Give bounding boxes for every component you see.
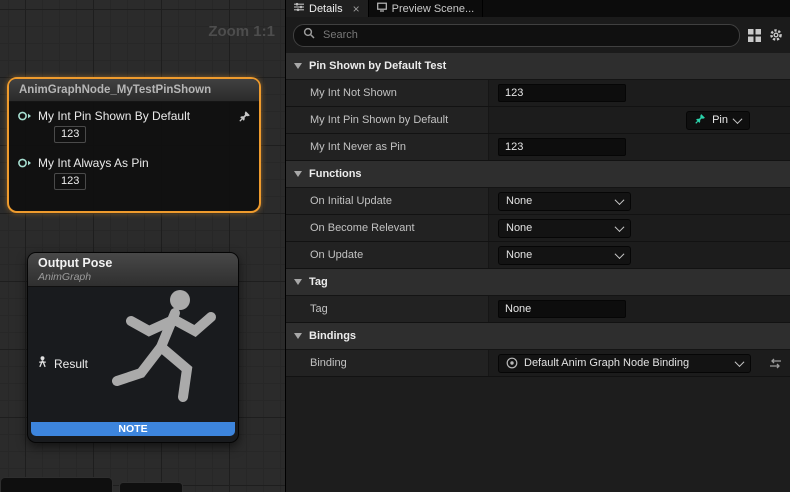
zoom-level-label: Zoom 1:1 — [208, 23, 275, 40]
reset-to-default-icon[interactable] — [769, 358, 782, 369]
details-tab-icon — [294, 2, 304, 15]
property-label: On Become Relevant — [286, 215, 489, 241]
search-icon — [303, 26, 315, 44]
mannequin-figure — [102, 287, 234, 422]
property-label: On Initial Update — [286, 188, 489, 214]
node-title[interactable]: AnimGraphNode_MyTestPinShown — [9, 79, 259, 102]
partial-node[interactable] — [0, 477, 113, 492]
result-pin-label: Result — [54, 357, 88, 371]
tab-label: Details — [309, 3, 343, 15]
dropdown-value: None — [506, 249, 532, 261]
pin-label: My Int Always As Pin — [38, 156, 149, 170]
pin-dropdown-label: Pin — [712, 114, 728, 126]
tag-input[interactable] — [498, 300, 626, 318]
pin-row: My Int Always As Pin — [9, 143, 259, 170]
note-bar[interactable]: NOTE — [31, 422, 235, 436]
section-header-pin-shown-by-default-test[interactable]: Pin Shown by Default Test — [286, 53, 790, 80]
on-update-dropdown[interactable]: None — [498, 246, 631, 265]
chevron-down-icon — [735, 357, 745, 367]
section-title: Bindings — [309, 330, 356, 342]
output-pose-node[interactable]: Output Pose AnimGraph — [27, 252, 239, 443]
section-header-bindings[interactable]: Bindings — [286, 323, 790, 350]
property-label: On Update — [286, 242, 489, 268]
on-become-relevant-dropdown[interactable]: None — [498, 219, 631, 238]
on-initial-update-dropdown[interactable]: None — [498, 192, 631, 211]
property-label: Tag — [286, 296, 489, 322]
binding-dropdown[interactable]: Default Anim Graph Node Binding — [498, 354, 751, 373]
search-box[interactable] — [293, 24, 740, 47]
chevron-down-icon — [615, 249, 625, 259]
node-body: Result NOTE — [28, 287, 238, 439]
property-row: Tag — [286, 296, 790, 323]
anim-graph-node-mytestpinshown[interactable]: AnimGraphNode_MyTestPinShown My Int Pin … — [7, 77, 261, 213]
pin-icon — [695, 113, 706, 127]
property-row: Binding Default Anim Graph Node Binding — [286, 350, 790, 377]
node-title: Output Pose — [38, 256, 228, 271]
chevron-down-icon — [615, 195, 625, 205]
dropdown-value: None — [506, 222, 532, 234]
chevron-down-icon — [615, 222, 625, 232]
tab-details[interactable]: Details × — [286, 0, 369, 17]
tab-label: Preview Scene... — [392, 3, 475, 15]
pin-visibility-dropdown[interactable]: Pin — [686, 111, 750, 130]
section-header-tag[interactable]: Tag — [286, 269, 790, 296]
property-label: My Int Not Shown — [286, 80, 489, 106]
dropdown-value: None — [506, 195, 532, 207]
pin-label: My Int Pin Shown By Default — [38, 109, 190, 123]
chevron-down-icon — [733, 114, 743, 124]
chevron-down-icon — [294, 63, 302, 69]
section-title: Functions — [309, 168, 362, 180]
pose-pin-icon — [37, 356, 48, 371]
preview-scene-tab-icon — [377, 2, 387, 15]
settings-gear-icon[interactable] — [769, 28, 783, 42]
pin-value-box[interactable]: 123 — [54, 126, 86, 143]
property-row: My Int Never as Pin — [286, 134, 790, 161]
tab-bar: Details × Preview Scene... — [286, 0, 790, 17]
partial-node[interactable] — [119, 482, 183, 492]
pin-row: My Int Pin Shown By Default — [9, 102, 259, 123]
property-list: Pin Shown by Default Test My Int Not Sho… — [286, 53, 790, 492]
section-title: Tag — [309, 276, 328, 288]
anim-graph-canvas[interactable]: Zoom 1:1 AnimGraphNode_MyTestPinShown My… — [0, 0, 286, 492]
node-subtitle: AnimGraph — [38, 271, 228, 283]
close-icon[interactable]: × — [353, 3, 360, 15]
pushpin-icon[interactable] — [239, 110, 251, 122]
details-panel: Details × Preview Scene... — [286, 0, 790, 492]
search-input[interactable] — [321, 28, 730, 42]
chevron-down-icon — [294, 171, 302, 177]
details-toolbar — [286, 17, 790, 53]
section-title: Pin Shown by Default Test — [309, 60, 446, 72]
tab-bar-spacer — [483, 0, 790, 17]
dropdown-value: Default Anim Graph Node Binding — [524, 357, 689, 369]
my-int-not-shown-input[interactable] — [498, 84, 626, 102]
property-row: My Int Not Shown — [286, 80, 790, 107]
property-label: My Int Pin Shown by Default — [286, 107, 489, 133]
my-int-never-as-pin-input[interactable] — [498, 138, 626, 156]
node-header[interactable]: Output Pose AnimGraph — [28, 253, 238, 287]
result-pin[interactable]: Result — [37, 356, 88, 371]
property-row: On Become Relevant None — [286, 215, 790, 242]
property-row: My Int Pin Shown by Default Pin — [286, 107, 790, 134]
property-row: On Update None — [286, 242, 790, 269]
int-pin-icon[interactable] — [17, 110, 32, 122]
section-header-functions[interactable]: Functions — [286, 161, 790, 188]
binding-icon — [506, 357, 518, 369]
property-matrix-icon[interactable] — [748, 29, 761, 42]
int-pin-icon[interactable] — [17, 157, 32, 169]
property-row: On Initial Update None — [286, 188, 790, 215]
property-label: My Int Never as Pin — [286, 134, 489, 160]
property-label: Binding — [286, 350, 489, 376]
tab-preview-scene[interactable]: Preview Scene... — [369, 0, 484, 17]
pin-value-box[interactable]: 123 — [54, 173, 86, 190]
chevron-down-icon — [294, 333, 302, 339]
chevron-down-icon — [294, 279, 302, 285]
unreal-editor-window: Zoom 1:1 AnimGraphNode_MyTestPinShown My… — [0, 0, 790, 492]
